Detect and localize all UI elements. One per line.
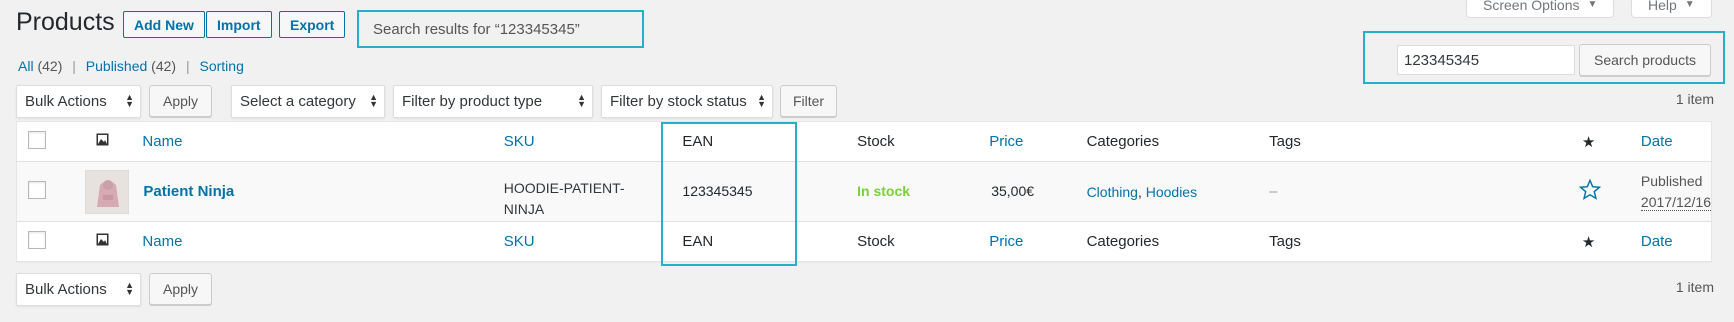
stock-status-badge: In stock — [857, 183, 911, 199]
import-button[interactable]: Import — [206, 11, 272, 38]
caret-down-icon: ▼ — [1587, 0, 1598, 10]
bulk-actions-select-bottom[interactable]: Bulk Actions ▲ ▼ — [16, 273, 141, 306]
category-link-clothing[interactable]: Clothing — [1087, 184, 1138, 200]
select-arrows-icon: ▲ ▼ — [369, 92, 378, 109]
ean-column-header: EAN — [682, 133, 714, 150]
image-icon — [96, 133, 109, 146]
select-arrows-icon: ▲ ▼ — [577, 92, 586, 109]
search-products-button[interactable]: Search products — [1579, 44, 1711, 76]
featured-star-icon: ★ — [1581, 233, 1596, 251]
select-arrows-icon: ▲ ▼ — [125, 280, 134, 297]
image-icon — [96, 233, 109, 246]
featured-star-icon: ★ — [1581, 133, 1596, 151]
categories-column-footer: Categories — [1086, 233, 1160, 250]
caret-down-icon: ▼ — [1684, 0, 1695, 10]
export-button[interactable]: Export — [279, 11, 346, 38]
select-arrows-icon: ▲ ▼ — [125, 92, 134, 109]
table-footer-row: Name SKU EAN Stock Price Categories Tags… — [16, 221, 1712, 262]
view-published-count: (42) — [151, 58, 177, 74]
product-name-link[interactable]: Patient Ninja — [143, 183, 234, 200]
thumbnail-column-header — [70, 122, 140, 162]
stock-column-footer: Stock — [857, 233, 895, 250]
hoodie-image — [85, 170, 128, 213]
product-type-filter-value: Filter by product type — [402, 93, 543, 110]
screen-options-label: Screen Options — [1483, 0, 1580, 13]
stock-status-filter-select[interactable]: Filter by stock status ▲ ▼ — [601, 85, 773, 118]
apply-button-bottom[interactable]: Apply — [149, 273, 212, 305]
category-filter-select[interactable]: Select a category ▲ ▼ — [231, 85, 385, 118]
sku-column-header[interactable]: SKU — [504, 133, 535, 150]
sku-column-footer[interactable]: SKU — [504, 233, 535, 250]
tags-column-header: Tags — [1269, 133, 1301, 150]
price-value: 35,00€ — [991, 183, 1035, 199]
categories-column-header: Categories — [1086, 133, 1160, 150]
stock-status-filter-value: Filter by stock status — [610, 93, 747, 110]
tags-column-footer: Tags — [1269, 233, 1301, 250]
apply-button[interactable]: Apply — [149, 85, 212, 117]
search-input[interactable] — [1397, 45, 1575, 75]
bulk-actions-select[interactable]: Bulk Actions ▲ ▼ — [16, 85, 141, 118]
table-row: Patient Ninja HOODIE-PATIENT- NINJA 1233… — [16, 161, 1712, 222]
publish-date: 2017/12/16 — [1640, 193, 1711, 211]
bulk-actions-value: Bulk Actions — [25, 93, 107, 110]
price-column-header[interactable]: Price — [989, 133, 1023, 150]
filter-button[interactable]: Filter — [780, 85, 837, 117]
separator: | — [185, 58, 190, 74]
select-arrows-icon: ▲ ▼ — [757, 92, 766, 109]
date-column-header[interactable]: Date — [1641, 133, 1673, 150]
ean-column-footer: EAN — [682, 233, 714, 250]
category-link-hoodies[interactable]: Hoodies — [1146, 184, 1197, 200]
help-tab[interactable]: Help ▼ — [1631, 0, 1712, 18]
product-thumbnail[interactable] — [84, 169, 129, 214]
row-checkbox[interactable] — [28, 180, 46, 199]
page-title: Products — [16, 8, 115, 36]
separator: | — [72, 58, 76, 74]
publish-status: Published — [1640, 172, 1703, 189]
stock-column-header: Stock — [857, 133, 895, 150]
views-list: All (42) | Published (42) | Sorting — [18, 58, 244, 74]
name-column-footer[interactable]: Name — [142, 233, 182, 250]
select-all-checkbox[interactable] — [28, 130, 46, 149]
select-all-checkbox-footer[interactable] — [28, 230, 46, 249]
items-count-top: 1 item — [1675, 91, 1714, 107]
category-filter-value: Select a category — [240, 93, 356, 110]
bulk-actions-value: Bulk Actions — [25, 281, 107, 298]
items-count-bottom: 1 item — [1675, 279, 1714, 295]
date-column-footer[interactable]: Date — [1641, 233, 1673, 250]
featured-star-outline-icon[interactable] — [1578, 178, 1602, 200]
sku-line: NINJA — [503, 200, 545, 217]
view-all-count: (42) — [37, 58, 63, 74]
screen-options-tab[interactable]: Screen Options ▼ — [1466, 0, 1615, 18]
view-all-link[interactable]: All — [18, 58, 34, 74]
table-header-row: Name SKU EAN Stock Price Categories Tags… — [16, 122, 1712, 162]
view-published-link[interactable]: Published — [86, 58, 148, 74]
sku-line: HOODIE-PATIENT- — [503, 179, 625, 196]
comma: , — [1137, 183, 1146, 200]
help-label: Help — [1648, 0, 1677, 13]
product-type-filter-select[interactable]: Filter by product type ▲ ▼ — [393, 85, 593, 118]
products-table: Name SKU EAN Stock Price Categories Tags… — [16, 121, 1712, 262]
ean-value: 123345345 — [682, 183, 753, 199]
add-new-button[interactable]: Add New — [123, 11, 205, 38]
search-results-summary: Search results for “123345345” — [357, 10, 644, 48]
name-column-header[interactable]: Name — [142, 133, 182, 150]
price-column-footer[interactable]: Price — [989, 233, 1023, 250]
tags-value: – — [1269, 183, 1278, 200]
view-sorting-link[interactable]: Sorting — [200, 58, 244, 74]
